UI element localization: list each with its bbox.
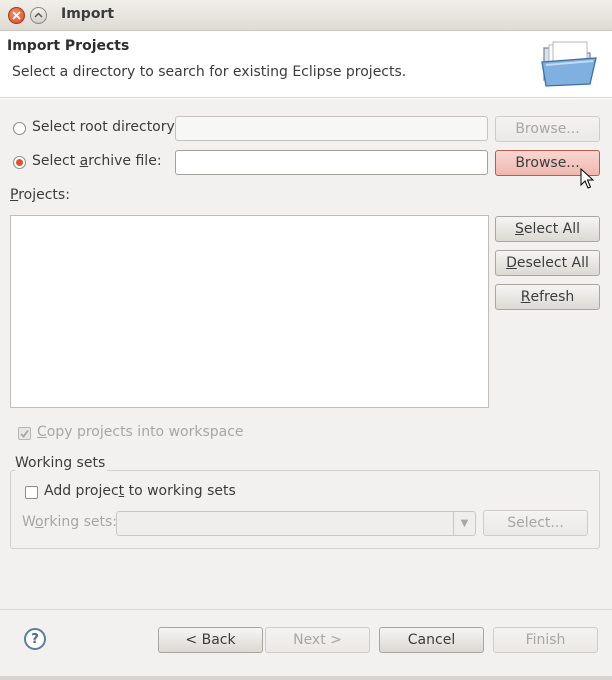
working-sets-combo[interactable]: ▼ — [116, 511, 476, 536]
refresh-button[interactable]: Refresh — [495, 284, 600, 310]
archive-file-radio[interactable] — [13, 156, 26, 169]
close-window-button[interactable] — [8, 7, 25, 24]
add-to-working-sets-checkbox[interactable] — [25, 486, 38, 499]
page-description: Select a directory to search for existin… — [12, 64, 407, 80]
archive-file-field[interactable] — [175, 150, 488, 175]
finish-button[interactable]: Finish — [493, 627, 598, 653]
browse-root-button[interactable]: Browse... — [495, 116, 600, 142]
root-directory-radio[interactable] — [13, 122, 26, 135]
copy-into-workspace-label: Copy projects into workspace — [37, 424, 244, 440]
select-working-sets-button[interactable]: Select... — [483, 510, 588, 536]
minimize-window-button[interactable] — [30, 7, 47, 24]
select-all-button[interactable]: Select All — [495, 216, 600, 242]
working-sets-field-label: Working sets: — [22, 514, 117, 530]
close-icon — [12, 11, 21, 20]
window-title: Import — [61, 6, 115, 22]
deselect-all-button[interactable]: Deselect All — [495, 250, 600, 276]
back-button[interactable]: < Back — [158, 627, 263, 653]
root-directory-label: Select root directory: — [32, 119, 179, 135]
wizard-header: Import Projects Select a directory to se… — [0, 31, 612, 98]
copy-into-workspace-checkbox[interactable] — [18, 427, 31, 440]
root-directory-field[interactable] — [175, 116, 488, 141]
cancel-button[interactable]: Cancel — [379, 627, 484, 653]
title-bar[interactable]: Import — [0, 0, 612, 31]
dropdown-arrow-icon[interactable]: ▼ — [453, 512, 475, 535]
footer-separator — [0, 609, 612, 610]
add-to-working-sets-label: Add project to working sets — [44, 483, 236, 499]
projects-label: Projects: — [10, 187, 70, 203]
projects-list[interactable] — [10, 215, 489, 408]
checkmark-icon — [20, 429, 29, 438]
open-folder-icon — [541, 41, 597, 87]
next-button[interactable]: Next > — [265, 627, 370, 653]
archive-file-label: Select archive file: — [32, 153, 162, 169]
page-title: Import Projects — [7, 38, 130, 54]
help-icon[interactable]: ? — [24, 628, 46, 650]
working-sets-group-title: Working sets — [15, 455, 108, 471]
window-bottom-edge — [0, 676, 612, 680]
mouse-pointer-icon — [580, 168, 594, 189]
chevron-up-icon — [34, 12, 43, 18]
